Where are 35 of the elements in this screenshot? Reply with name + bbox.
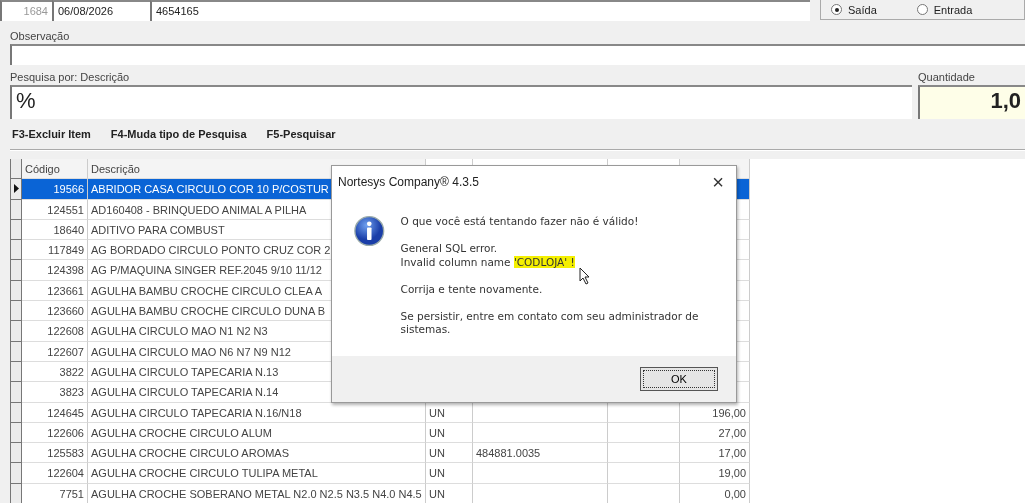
table-cell: AGULHA CROCHE CIRCULO ALUM (88, 422, 426, 444)
table-cell: UN (426, 443, 473, 464)
table-cell: AGULHA CROCHE SOBERANO METAL N2.0 N2.5 N3.5 N4.0 N4.5 (88, 483, 426, 503)
table-cell: 27,00 (680, 422, 750, 444)
table-cell: 122606 (22, 422, 88, 444)
table-cell: AGULHA CROCHE CIRCULO AROMAS (88, 443, 426, 464)
search-label: Pesquisa por: Descrição (10, 70, 131, 85)
table-cell: UN (426, 463, 473, 484)
table-cell: UN (426, 402, 473, 423)
table-cell: 123661 (22, 280, 88, 302)
table-cell: 196,00 (680, 402, 750, 423)
table-cell: 124551 (22, 199, 88, 220)
table-cell: AGULHA CIRCULO TAPECARIA N.16/N18 (88, 402, 426, 423)
table-cell: 484881.0035 (473, 443, 608, 464)
table-cell: 117849 (22, 240, 88, 261)
table-cell: 125583 (22, 443, 88, 464)
quantity-label: Quantidade (918, 70, 976, 85)
shortcut-hint: F5-Pesquisar (266, 128, 336, 142)
table-cell: 124398 (22, 260, 88, 281)
table-cell: 123660 (22, 301, 88, 322)
observation-label: Observação (10, 29, 71, 44)
table-cell: 17,00 (680, 443, 750, 464)
table-cell: 3823 (22, 382, 88, 403)
table-cell: 122604 (22, 463, 88, 484)
table-cell: 124645 (22, 402, 88, 423)
table-cell: 19,00 (680, 463, 750, 484)
table-cell: UN (426, 422, 473, 444)
shortcut-hint: F3-Excluir Item (12, 128, 91, 142)
table-cell: 19566 (22, 179, 88, 200)
shortcut-hint: F4-Muda tipo de Pesquisa (110, 128, 247, 142)
table-cell: AGULHA CROCHE CIRCULO TULIPA METAL (88, 463, 426, 484)
table-cell: 3822 (22, 361, 88, 383)
table-cell: 18640 (22, 219, 88, 241)
table-cell: 122608 (22, 321, 88, 342)
table-cell: 122607 (22, 341, 88, 362)
